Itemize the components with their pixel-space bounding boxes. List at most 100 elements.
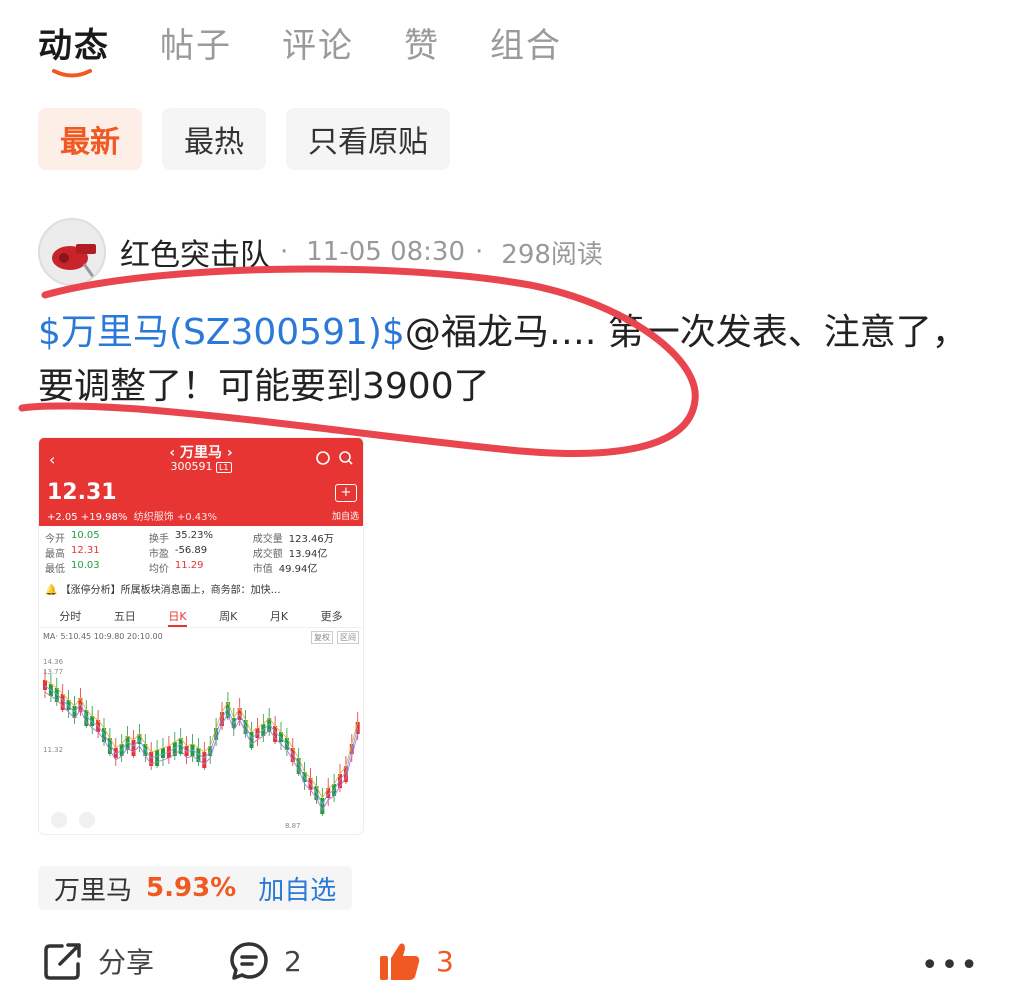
period-tab: 月K [269, 610, 289, 623]
stat-cell: 成交量 123.46万 [253, 530, 357, 545]
phone-ma-buttons: 复权 区间 [311, 631, 359, 644]
chart-mark-label: 13.77 [43, 668, 63, 676]
post-body: $万里马(SZ300591)$@福龙马…. 第一次发表、注意了，要调整了！可能要… [38, 306, 978, 414]
share-label: 分享 [98, 946, 155, 979]
like-button[interactable]: 3 [378, 940, 454, 982]
post-header: 红色突击队 · 11-05 08:30 · 298阅读 [38, 218, 603, 286]
whistle-icon [40, 220, 104, 284]
candle-body [161, 748, 165, 758]
candle-body [43, 680, 47, 690]
chart-low-label: 8.87 [285, 822, 301, 830]
comment-icon [230, 942, 268, 980]
like-count: 3 [436, 944, 454, 978]
tab-posts[interactable]: 帖子 [160, 18, 232, 67]
stock-mention-link[interactable]: $万里马(SZ300591)$ [38, 312, 405, 353]
phone-news-ticker: 🔔 【涨停分析】所属板块消息面上，商务部：加快… [45, 585, 281, 596]
tab-portfolio[interactable]: 组合 [490, 18, 562, 67]
add-watchlist-button[interactable]: 加自选 [258, 870, 336, 907]
post-time: 11-05 08:30 [306, 237, 466, 267]
chart-mid-label: 11.32 [43, 746, 63, 754]
share-button[interactable]: 分享 [42, 940, 154, 982]
stat-key: 成交额 [252, 549, 283, 560]
stat-key: 最高 [45, 549, 65, 560]
stat-cell: 最低 10.03 [45, 560, 149, 575]
tab-comments[interactable]: 评论 [282, 18, 354, 67]
sector-change: 纺织服饰 +0.43% [133, 512, 218, 523]
refresh-search-icon [316, 451, 353, 465]
meta-separator: · [475, 237, 484, 267]
tab-dynamics[interactable]: 动态 [38, 18, 110, 67]
stat-key: 最低 [45, 564, 65, 575]
news-text: 【涨停分析】所属板块消息面上，商务部：加快… [60, 585, 281, 596]
tab-likes[interactable]: 赞 [404, 18, 440, 67]
stat-key: 成交量 [252, 534, 283, 545]
stat-cell: 今开 10.05 [45, 530, 149, 545]
stats-row: 最低 10.03 均价 11.29 市值 49.94亿 [45, 560, 357, 575]
stock-tag-change: 5.93% [146, 873, 237, 903]
stat-value: 123.46万 [288, 534, 334, 545]
active-tab-indicator [52, 69, 92, 78]
stat-cell: 市盈 -56.89 [149, 545, 253, 560]
stat-key: 市盈 [148, 549, 169, 560]
phone-add-watchlist: 加自选 [331, 512, 359, 522]
period-tab: 五日 [113, 610, 136, 623]
stat-key: 换手 [148, 534, 169, 545]
stat-key: 市值 [252, 564, 273, 575]
period-tab: 周K [219, 610, 238, 623]
period-tab: 分时 [59, 610, 82, 623]
expand-icon [51, 812, 67, 828]
filter-hottest[interactable]: 最热 [162, 108, 266, 170]
post-image-stock-screenshot[interactable]: ‹ ‹ 万里马 › 300591 L1 12.31 +2.05 +19.98% … [38, 437, 364, 835]
avatar[interactable] [38, 218, 106, 286]
more-options-icon[interactable]: ••• [921, 948, 980, 983]
author-name[interactable]: 红色突击队 [120, 230, 270, 274]
filter-latest[interactable]: 最新 [38, 108, 142, 170]
read-count: 298阅读 [501, 239, 603, 270]
phone-stock-header: ‹ ‹ 万里马 › 300591 L1 12.31 +2.05 +19.98% … [39, 438, 363, 526]
phone-stats-grid: 今开 10.05 换手 35.23% 成交量 123.46万最高 12.31 市盈 -56.89… [45, 530, 357, 575]
stock-tag[interactable]: 万里马 5.93% 加自选 [38, 866, 353, 910]
stat-value: 13.94亿 [288, 549, 328, 560]
filter-original-only[interactable]: 只看原贴 [286, 108, 450, 170]
phone-change: +2.05 +19.98% 纺织服饰 +0.43% [47, 508, 217, 523]
meta-separator: · [280, 237, 289, 267]
stat-cell: 最高 12.31 [45, 545, 149, 560]
stat-value: 35.23% [174, 530, 214, 541]
phone-header-icons [315, 450, 355, 470]
stat-cell: 均价 11.29 [149, 560, 253, 575]
stat-key: 均价 [148, 564, 169, 575]
candlestick-chart: 14.36 13.77 11.32 8.87 [43, 658, 360, 830]
stat-key: 今开 [45, 534, 65, 545]
chart-high-label: 14.36 [43, 658, 64, 666]
thumbs-up-icon [380, 943, 420, 980]
stats-row: 最高 12.31 市盈 -56.89 成交额 13.94亿 [45, 545, 357, 560]
profile-tabs: 动态 帖子 评论 赞 组合 [38, 18, 562, 67]
stat-value: 49.94亿 [278, 564, 318, 575]
candle-body [155, 750, 160, 766]
stat-value: 10.05 [71, 530, 100, 541]
stock-tag-name: 万里马 [54, 875, 133, 906]
stat-value: 10.03 [71, 560, 100, 571]
period-tab: 日K [168, 608, 187, 627]
price-change: +2.05 +19.98% [47, 512, 128, 523]
phone-ma-line: MA· 5:10.45 10:9.80 20:10.00 [43, 632, 163, 641]
plus-icon: + [335, 484, 357, 502]
stats-row: 今开 10.05 换手 35.23% 成交量 123.46万 [45, 530, 357, 545]
phone-price: 12.31 [47, 480, 117, 505]
stat-cell: 换手 35.23% [149, 530, 253, 545]
comment-count: 2 [284, 944, 302, 978]
adjust-button: 复权 [311, 631, 333, 644]
stat-value: 11.29 [174, 560, 204, 571]
range-button: 区间 [337, 631, 359, 644]
stock-code: 300591 [170, 460, 213, 473]
period-tab: 更多 [320, 610, 343, 623]
stat-cell: 成交额 13.94亿 [253, 545, 357, 560]
stat-cell: 市值 49.94亿 [253, 560, 357, 575]
comment-button[interactable]: 2 [228, 940, 302, 982]
candle-body [131, 740, 136, 756]
candle-body [184, 746, 189, 756]
code-badge: L1 [215, 462, 232, 473]
candle-body [202, 752, 207, 768]
stat-value: -56.89 [174, 545, 208, 556]
phone-period-tabs: 分时 五日 日K 周K 月K 更多 [39, 608, 363, 628]
